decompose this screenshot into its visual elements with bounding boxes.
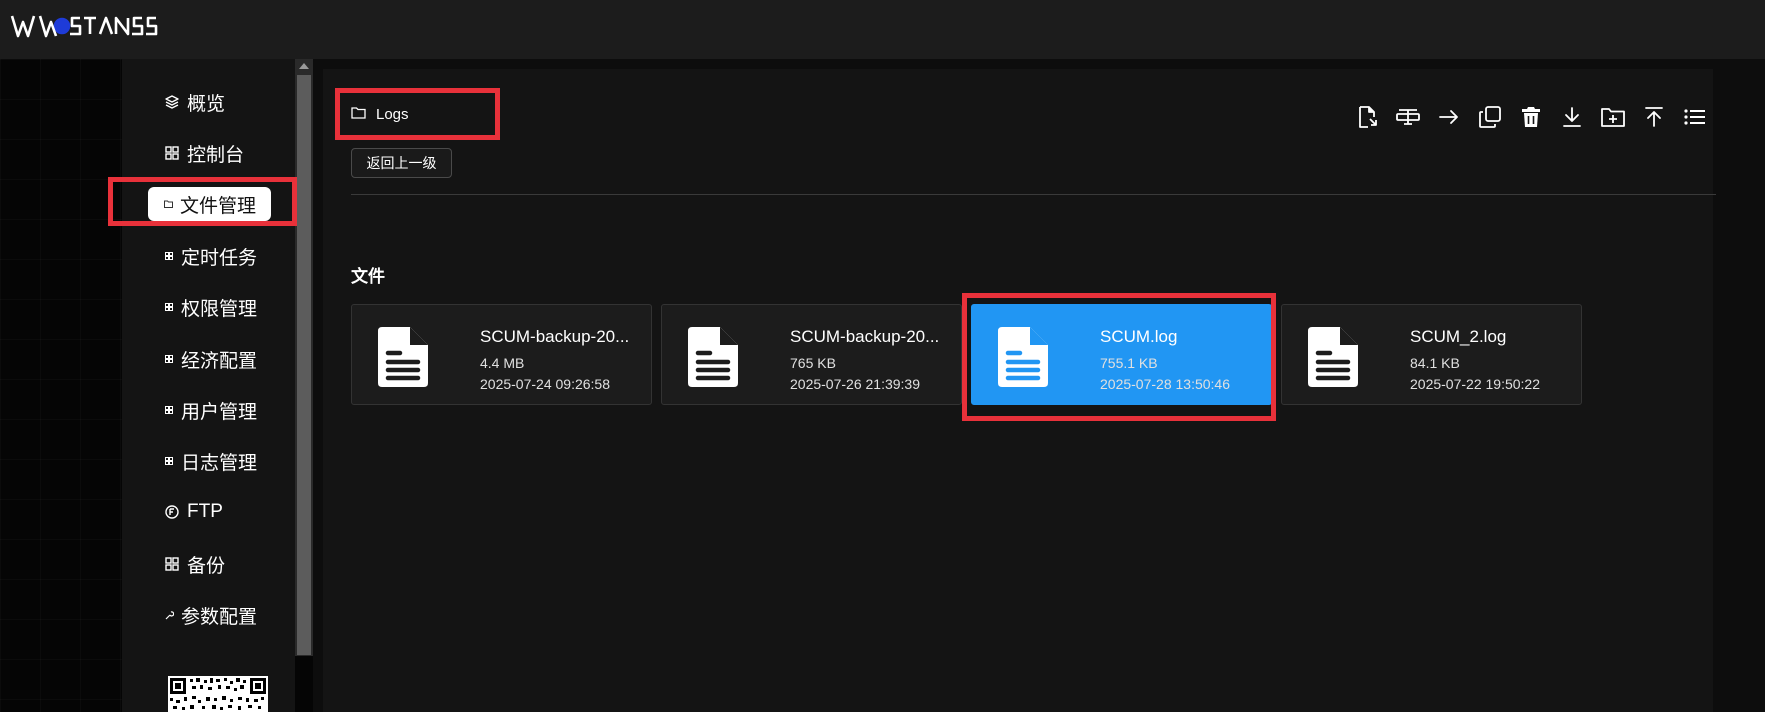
list-view-icon[interactable] bbox=[1683, 105, 1707, 129]
files-section-title: 文件 bbox=[351, 267, 385, 286]
sidebar-item-backup[interactable]: 备份 bbox=[165, 550, 225, 578]
file-card-selected[interactable]: SCUM.log 755.1 KB 2025-07-28 13:50:46 bbox=[971, 304, 1272, 405]
sidebar-item-label: 概览 bbox=[187, 93, 226, 115]
grid-icon bbox=[165, 355, 181, 363]
copy-icon[interactable] bbox=[1478, 105, 1502, 129]
file-size: 765 KB bbox=[790, 355, 836, 371]
file-name: SCUM-backup-20... bbox=[480, 327, 630, 346]
file-name: SCUM-backup-20... bbox=[790, 327, 940, 346]
background-grid bbox=[0, 59, 122, 712]
sidebar-item-economy-config[interactable]: 经济配置 bbox=[165, 345, 257, 373]
sidebar-item-label: 权限管理 bbox=[181, 298, 258, 320]
file-date: 2025-07-22 19:50:22 bbox=[1410, 376, 1540, 392]
scroll-up-arrow-icon[interactable] bbox=[299, 63, 309, 69]
sidebar-item-overview[interactable]: 概览 bbox=[165, 88, 225, 116]
layers-icon bbox=[165, 95, 187, 109]
back-to-parent-button[interactable]: 返回上一级 bbox=[351, 148, 452, 178]
rename-icon[interactable] bbox=[1396, 105, 1420, 129]
file-date: 2025-07-24 09:26:58 bbox=[480, 376, 610, 392]
qr-code bbox=[168, 676, 268, 712]
divider bbox=[351, 194, 1716, 195]
scrollbar-thumb[interactable] bbox=[297, 75, 311, 655]
folder-icon bbox=[164, 200, 180, 208]
new-folder-icon[interactable] bbox=[1601, 105, 1625, 129]
sidebar-item-console[interactable]: 控制台 bbox=[165, 139, 244, 167]
grid-icon bbox=[165, 303, 181, 311]
top-bar bbox=[0, 0, 1765, 59]
sidebar-item-label: 日志管理 bbox=[181, 452, 258, 474]
sidebar-item-label: 参数配置 bbox=[181, 606, 258, 628]
file-size: 755.1 KB bbox=[1100, 355, 1158, 371]
sidebar-item-label: 经济配置 bbox=[181, 350, 258, 372]
breadcrumb-current-folder: Logs bbox=[376, 106, 409, 123]
download-icon[interactable] bbox=[1560, 105, 1584, 129]
file-card[interactable]: SCUM-backup-20... 4.4 MB 2025-07-24 09:2… bbox=[351, 304, 652, 405]
file-open-icon[interactable] bbox=[1355, 105, 1379, 129]
grid-icon bbox=[165, 457, 181, 465]
sidebar-item-permissions[interactable]: 权限管理 bbox=[165, 293, 257, 321]
document-icon bbox=[688, 327, 738, 387]
main-scrollbar-track[interactable] bbox=[1744, 69, 1765, 712]
upload-icon[interactable] bbox=[1642, 105, 1666, 129]
sidebar-scrollbar[interactable] bbox=[295, 59, 313, 656]
delete-icon[interactable] bbox=[1519, 105, 1543, 129]
sidebar-item-label: FTP bbox=[187, 501, 223, 522]
sidebar-item-ftp[interactable]: FTP bbox=[165, 498, 223, 526]
sidebar-item-user-management[interactable]: 用户管理 bbox=[165, 396, 257, 424]
sidebar-item-label: 用户管理 bbox=[181, 401, 258, 423]
file-size: 4.4 MB bbox=[480, 355, 525, 371]
document-icon bbox=[998, 327, 1048, 387]
file-name: SCUM.log bbox=[1100, 327, 1178, 346]
grid-icon bbox=[165, 146, 187, 160]
file-card[interactable]: SCUM-backup-20... 765 KB 2025-07-26 21:3… bbox=[661, 304, 962, 405]
file-toolbar bbox=[1355, 105, 1707, 129]
grid-icon bbox=[165, 252, 181, 260]
folder-icon bbox=[351, 106, 366, 123]
wrench-icon bbox=[165, 610, 181, 620]
breadcrumb[interactable]: Logs bbox=[351, 106, 409, 123]
file-card[interactable]: SCUM_2.log 84.1 KB 2025-07-22 19:50:22 bbox=[1281, 304, 1582, 405]
sidebar-item-file-management[interactable]: 文件管理 bbox=[164, 190, 256, 218]
sidebar-item-label: 文件管理 bbox=[180, 195, 257, 217]
document-icon bbox=[378, 327, 428, 387]
grid-icon bbox=[165, 557, 187, 571]
move-icon[interactable] bbox=[1437, 105, 1461, 129]
file-size: 84.1 KB bbox=[1410, 355, 1460, 371]
file-name: SCUM_2.log bbox=[1410, 327, 1507, 346]
grid-icon bbox=[165, 406, 181, 414]
document-icon bbox=[1308, 327, 1358, 387]
sidebar-item-log-management[interactable]: 日志管理 bbox=[165, 447, 257, 475]
sidebar-item-parameter-config[interactable]: 参数配置 bbox=[165, 601, 257, 629]
ftp-icon bbox=[165, 505, 187, 519]
sidebar-item-label: 定时任务 bbox=[181, 247, 258, 269]
file-date: 2025-07-26 21:39:39 bbox=[790, 376, 920, 392]
sidebar-item-label: 控制台 bbox=[187, 144, 245, 166]
file-date: 2025-07-28 13:50:46 bbox=[1100, 376, 1230, 392]
app-logo bbox=[10, 15, 158, 38]
sidebar-item-label: 备份 bbox=[187, 555, 226, 577]
sidebar-item-scheduled-tasks[interactable]: 定时任务 bbox=[165, 242, 257, 270]
